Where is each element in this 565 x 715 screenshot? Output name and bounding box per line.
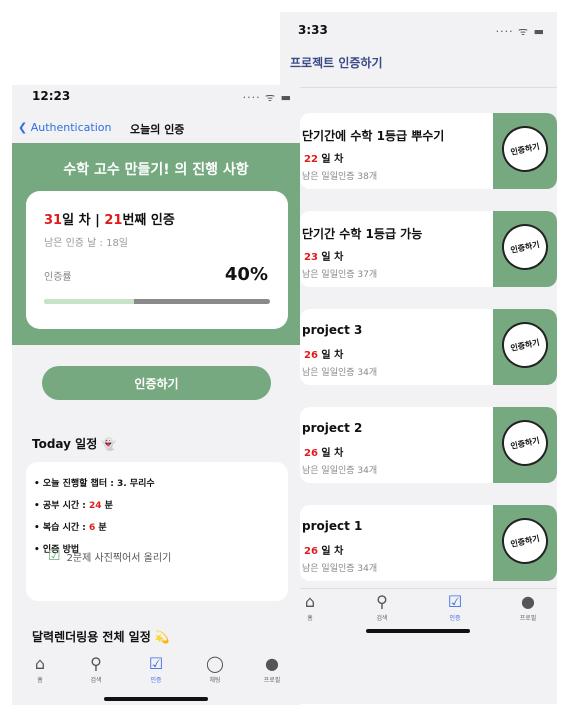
project-day-number: 22 [304,154,318,165]
status-time: 3:33 [298,23,328,37]
checkbox-icon[interactable]: ☑ [48,548,61,564]
chapter-item: • 오늘 진행할 챕터 : 3. 무리수 [34,479,155,489]
progress-section: 수학 고수 만들기! 의 진행 사항 31일 차 | 21번째 인증 남은 인증… [12,143,300,345]
study-time-value: 24 [89,501,102,511]
project-name: project 1 [302,519,363,533]
progress-bar [44,299,270,304]
status-time: 12:23 [32,89,71,103]
method-detail-row[interactable]: ☑ 2문제 사진찍어서 올리기 [48,548,171,564]
tab-bar: ⌂ 홈 ⚲ 검색 ☑ 인증 ● 프로필 [280,588,557,648]
tab-label: 검색 [376,615,388,622]
home-icon: ⌂ [34,654,46,673]
project-day-suffix: 일 차 [317,350,344,361]
tab-label: 인증 [449,615,461,622]
project-card[interactable]: 단기간 수학 1등급 가능 23 일 차 남은 일일인증 37개 인증하기 [300,211,557,287]
project-progress-title: 수학 고수 만들기! 의 진행 사항 [63,162,249,178]
project-card[interactable]: project 1 26 일 차 남은 일일인증 34개 인증하기 [300,505,557,581]
method-detail: 2문제 사진찍어서 올리기 [66,552,172,564]
home-indicator[interactable] [366,629,470,633]
back-button[interactable]: ❮ Authentication [18,121,111,134]
page-title: 프로젝트 인증하기 [280,50,557,88]
tab-label: 검색 [90,677,102,684]
project-day: 26 일 차 [304,346,343,361]
project-day: 23 일 차 [304,248,343,263]
today-schedule-card: • 오늘 진행할 챕터 : 3. 무리수 • 공부 시간 : 24 분 • 복습… [26,462,288,601]
remaining-days: 남은 인증 날 : 18일 [44,238,129,249]
project-day-suffix: 일 차 [317,252,344,263]
tab-label: 프로필 [519,615,537,622]
day-cert-summary: 31일 차 | 21번째 인증 [44,209,175,228]
tab-label: 홈 [37,677,43,684]
review-time-item: • 복습 시간 : 6 분 [34,520,155,533]
project-day-suffix: 일 차 [317,448,344,459]
review-time-unit: 분 [95,523,107,533]
tab-certify[interactable]: ☑ 인증 [136,654,176,685]
chat-icon: ◯ [206,654,224,673]
day-count: 31 [44,213,63,228]
project-day: 26 일 차 [304,444,343,459]
certify-button[interactable]: 인증하기 [42,366,271,400]
total-schedule-title: 달력렌더링용 전체 일정 💫 [32,630,170,644]
person-icon: ● [521,592,535,611]
project-remaining: 남은 일일인증 34개 [302,368,378,378]
project-remaining: 남은 일일인증 34개 [302,466,378,476]
status-bar: 12:23 ···· ᯤ ▬ [12,85,300,115]
home-indicator[interactable] [104,697,208,701]
study-time-item: • 공부 시간 : 24 분 [34,498,155,511]
tab-profile[interactable]: ● 프로필 [252,654,292,685]
tab-certify[interactable]: ☑ 인증 [435,592,475,623]
cert-count: 21 [104,213,123,228]
check-square-icon: ☑ [148,654,164,673]
project-day-suffix: 일 차 [317,154,344,165]
search-icon: ⚲ [376,592,388,611]
project-day-number: 26 [304,350,318,361]
project-day-number: 26 [304,448,318,459]
progress-card: 31일 차 | 21번째 인증 남은 인증 날 : 18일 인증률 40% [26,191,288,329]
project-day-number: 23 [304,252,318,263]
cert-label: 번째 인증 [122,213,175,228]
project-name: project 3 [302,323,363,337]
tab-search[interactable]: ⚲ 검색 [362,592,402,623]
review-time-label: • 복습 시간 : [34,523,90,533]
project-name: 단기간에 수학 1등급 뿌수기 [302,129,445,143]
project-name: 단기간 수학 1등급 가능 [302,227,423,241]
project-card[interactable]: 단기간에 수학 1등급 뿌수기 22 일 차 남은 일일인증 38개 인증하기 [300,113,557,189]
system-icons: ···· ᯤ ▬ [495,25,545,38]
project-list-screen: 3:33 ···· ᯤ ▬ 프로젝트 인증하기 단기간에 수학 1등급 뿌수기 2… [280,12,557,704]
tab-profile[interactable]: ● 프로필 [508,592,548,623]
back-label: Authentication [30,121,112,134]
check-square-icon: ☑ [447,592,463,611]
project-card[interactable]: project 2 26 일 차 남은 일일인증 34개 인증하기 [300,407,557,483]
progress-fill [44,299,135,304]
nav-title: 오늘의 인증 [130,123,185,136]
day-label: 일 차 | [62,213,105,228]
tab-search[interactable]: ⚲ 검색 [76,654,116,685]
project-day-number: 26 [304,546,318,557]
project-name: project 2 [302,421,363,435]
chevron-left-icon: ❮ [18,121,31,134]
daily-certification-screen: 12:23 ···· ᯤ ▬ ❮ Authentication 오늘의 인증 수… [12,85,300,705]
status-bar: 3:33 ···· ᯤ ▬ [280,12,557,50]
tab-home[interactable]: ⌂ 홈 [20,654,60,685]
nav-bar: ❮ Authentication 오늘의 인증 [12,115,300,143]
project-remaining: 남은 일일인증 38개 [302,172,378,182]
tab-label: 프로필 [263,677,281,684]
study-time-label: • 공부 시간 : [34,501,90,511]
project-day: 22 일 차 [304,150,343,165]
tab-label: 채팅 [209,677,221,684]
system-icons: ···· ᯤ ▬ [242,91,292,104]
project-card[interactable]: project 3 26 일 차 남은 일일인증 34개 인증하기 [300,309,557,385]
study-time-unit: 분 [101,501,113,511]
today-schedule-title: Today 일정 👻 [32,437,117,451]
search-icon: ⚲ [90,654,102,673]
rate-percent: 40% [224,264,268,285]
person-icon: ● [265,654,279,673]
project-remaining: 남은 일일인증 34개 [302,564,378,574]
tab-chat[interactable]: ◯ 채팅 [195,654,235,685]
project-day-suffix: 일 차 [317,546,344,557]
project-remaining: 남은 일일인증 37개 [302,270,378,280]
rate-label: 인증률 [44,272,72,283]
tab-label: 인증 [150,677,162,684]
project-day: 26 일 차 [304,542,343,557]
